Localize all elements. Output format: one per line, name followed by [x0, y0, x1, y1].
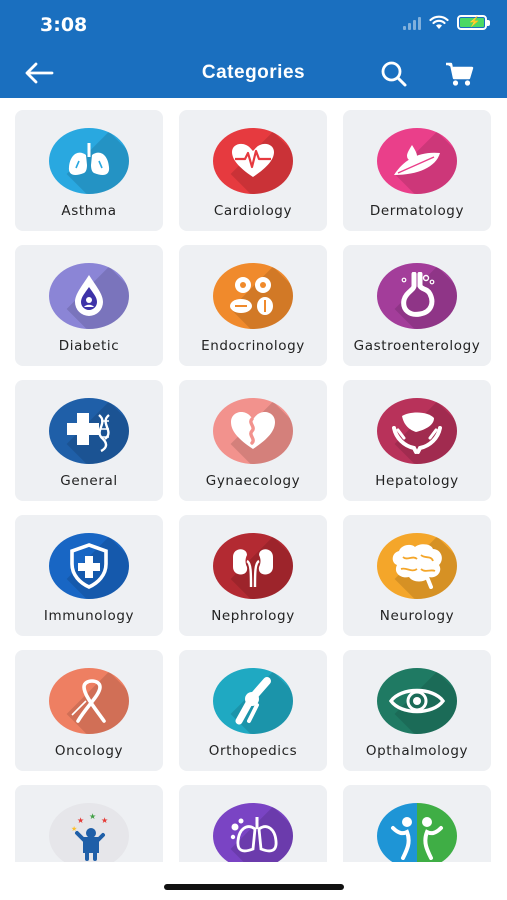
feather-drop-icon	[394, 145, 440, 175]
category-label: Opthalmology	[365, 743, 469, 759]
category-tile-asthma[interactable]: Asthma	[15, 110, 163, 231]
svg-text:★: ★	[101, 816, 108, 825]
search-button[interactable]	[378, 58, 410, 90]
cart-icon	[446, 62, 474, 86]
category-tile-pulmonology[interactable]	[179, 785, 327, 862]
people-icon	[391, 817, 443, 860]
category-label: Diabetic	[58, 338, 120, 354]
battery-icon: ⚡	[457, 15, 490, 30]
category-label: General	[60, 473, 118, 489]
category-icon-circle	[213, 128, 293, 194]
category-tile-nephrology[interactable]: Nephrology	[179, 515, 327, 636]
category-icon-circle	[377, 533, 457, 599]
category-label: Gastroenterology	[353, 338, 481, 354]
lungs-icon	[68, 143, 110, 175]
category-icon-circle	[213, 263, 293, 329]
category-tile-oncology[interactable]: Oncology	[15, 650, 163, 771]
category-tile-gynaecology[interactable]: Gynaecology	[179, 380, 327, 501]
cellular-signal-icon	[403, 16, 421, 30]
category-icon-circle	[377, 668, 457, 734]
category-tile-endocrinology[interactable]: Endocrinology	[179, 245, 327, 366]
category-label: Endocrinology	[201, 338, 305, 354]
shield-cross-icon	[70, 543, 108, 589]
kidneys-icon	[233, 549, 273, 588]
category-label: Oncology	[54, 743, 124, 759]
lungs-virus-icon	[230, 817, 278, 853]
category-icon-circle	[377, 398, 457, 464]
heart-pulse-icon	[232, 143, 274, 177]
category-icon-circle	[49, 533, 129, 599]
svg-text:★: ★	[89, 812, 96, 821]
category-tile-dermatology[interactable]: Dermatology	[343, 110, 491, 231]
cart-button[interactable]	[442, 58, 476, 90]
search-icon	[381, 61, 407, 87]
status-icons: ⚡	[403, 15, 490, 30]
category-tile-neurology[interactable]: Neurology	[343, 515, 491, 636]
category-label: Asthma	[61, 203, 117, 219]
category-label: Dermatology	[369, 203, 465, 219]
category-icon-circle	[377, 128, 457, 194]
brain-icon	[392, 544, 442, 589]
cross-dna-icon	[67, 413, 110, 453]
category-icon-circle	[49, 398, 129, 464]
stomach-icon	[401, 272, 435, 317]
category-icon-circle	[49, 128, 129, 194]
category-tile-diabetic[interactable]: Diabetic	[15, 245, 163, 366]
category-label: Hepatology	[375, 473, 459, 489]
category-tile-pediatrics[interactable]: ★ ★ ★ ★	[15, 785, 163, 862]
category-tile-orthopedics[interactable]: Orthopedics	[179, 650, 327, 771]
uterus-heart-icon	[231, 412, 275, 449]
category-tile-hepatology[interactable]: Hepatology	[343, 380, 491, 501]
category-label: Cardiology	[213, 203, 293, 219]
category-tile-cardiology[interactable]: Cardiology	[179, 110, 327, 231]
category-label: Nephrology	[211, 608, 295, 624]
wifi-icon	[429, 15, 449, 29]
category-icon-circle	[213, 533, 293, 599]
home-indicator[interactable]	[164, 884, 344, 890]
category-icon-circle	[377, 803, 457, 862]
knee-joint-icon	[235, 677, 271, 725]
category-icon-circle	[213, 668, 293, 734]
category-icon-circle	[377, 263, 457, 329]
category-label: Gynaecology	[205, 473, 301, 489]
category-label: Neurology	[379, 608, 455, 624]
glands-icon	[230, 277, 273, 315]
category-icon-circle	[49, 263, 129, 329]
category-icon-circle	[213, 803, 293, 862]
liver-hands-icon	[392, 412, 442, 454]
category-icon-circle	[213, 398, 293, 464]
category-label: Immunology	[43, 608, 135, 624]
category-tile-immunology[interactable]: Immunology	[15, 515, 163, 636]
category-tile-general[interactable]: General	[15, 380, 163, 501]
eye-icon	[388, 688, 446, 714]
category-label: Orthopedics	[208, 743, 298, 759]
page-title: Categories	[201, 62, 306, 83]
category-tile-gastroenterology[interactable]: Gastroenterology	[343, 245, 491, 366]
app-screen: 3:08 ⚡ Categories Asthma Cardiology Derm…	[0, 0, 507, 900]
category-icon-circle: ★ ★ ★ ★	[49, 803, 129, 862]
blood-drop-icon	[75, 275, 103, 316]
status-time: 3:08	[40, 14, 88, 36]
category-icon-circle	[49, 668, 129, 734]
app-header: 3:08 ⚡ Categories	[0, 0, 507, 98]
category-grid: Asthma Cardiology Dermatology Diabetic E…	[15, 110, 493, 862]
svg-text:★: ★	[77, 816, 84, 825]
child-stars-icon: ★ ★ ★ ★	[71, 812, 108, 861]
category-tile-wellness[interactable]	[343, 785, 491, 862]
category-tile-opthalmology[interactable]: Opthalmology	[343, 650, 491, 771]
ribbon-icon	[71, 679, 106, 723]
